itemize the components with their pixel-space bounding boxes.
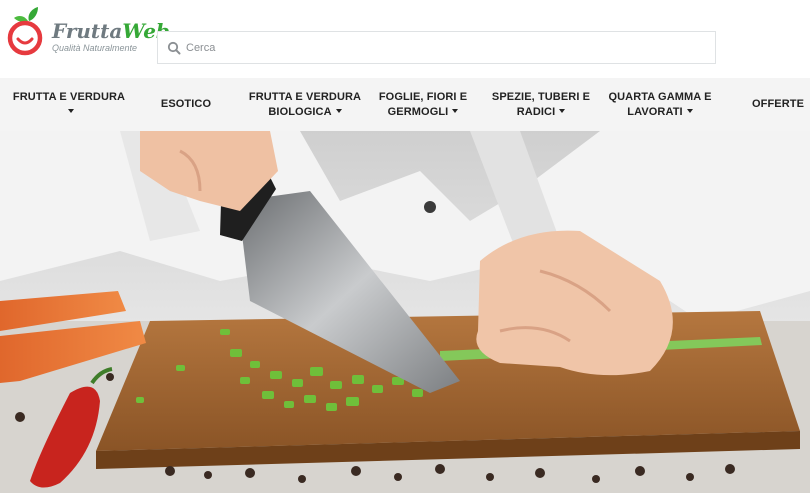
nav-item-label: FRUTTA E VERDURA — [12, 90, 126, 103]
nav-item-label-line2: LAVORATI — [627, 105, 683, 118]
caret-down-icon — [68, 108, 74, 113]
nav-item-label-line1: SPEZIE, TUBERI E — [491, 90, 591, 103]
main-navigation: FRUTTA E VERDURA ESOTICO FRUTTA E VERDUR… — [0, 78, 810, 131]
nav-item-frutta-e-verdura-biologica[interactable]: FRUTTA E VERDURA BIOLOGICA — [244, 78, 366, 131]
search-input[interactable] — [186, 32, 706, 63]
nav-item-label: OFFERTE — [751, 98, 805, 110]
nav-item-spezie-tuberi-radici[interactable]: SPEZIE, TUBERI E RADICI — [490, 78, 592, 131]
nav-item-label-line2: BIOLOGICA — [268, 105, 332, 118]
site-header: FruttaWeb Qualità Naturalmente — [0, 0, 810, 78]
nav-item-label: ESOTICO — [160, 98, 212, 110]
brand-name-part1: Frutta — [52, 19, 123, 43]
caret-down-icon — [686, 108, 693, 113]
chef-cutting-vegetables-photo — [0, 131, 810, 493]
nav-item-offerte[interactable]: OFFERTE — [748, 78, 808, 131]
nav-item-foglie-fiori-germogli[interactable]: FOGLIE, FIORI E GERMOGLI — [378, 78, 468, 131]
nav-item-label-line2: GERMOGLI — [387, 105, 449, 118]
nav-item-quarta-gamma-lavorati[interactable]: QUARTA GAMMA E LAVORATI — [608, 78, 712, 131]
nav-item-label-line1: FRUTTA E VERDURA — [248, 90, 362, 103]
caret-down-icon — [559, 108, 566, 113]
brand-tagline: Qualità Naturalmente — [52, 43, 138, 53]
nav-item-esotico[interactable]: ESOTICO — [152, 78, 220, 131]
fruit-logo-icon — [7, 7, 43, 56]
search-bar — [157, 31, 716, 64]
nav-item-frutta-e-verdura[interactable]: FRUTTA E VERDURA — [10, 78, 128, 131]
caret-down-icon — [452, 108, 459, 113]
brand-name: FruttaWeb — [52, 20, 170, 42]
nav-item-label-line1: QUARTA GAMMA E — [608, 90, 712, 103]
search-icon[interactable] — [167, 41, 181, 55]
hero-banner — [0, 131, 810, 493]
caret-down-icon — [335, 108, 342, 113]
nav-item-label-line2: RADICI — [516, 105, 556, 118]
site-logo[interactable]: FruttaWeb Qualità Naturalmente — [7, 6, 170, 56]
nav-item-label-line1: FOGLIE, FIORI E — [378, 90, 468, 103]
